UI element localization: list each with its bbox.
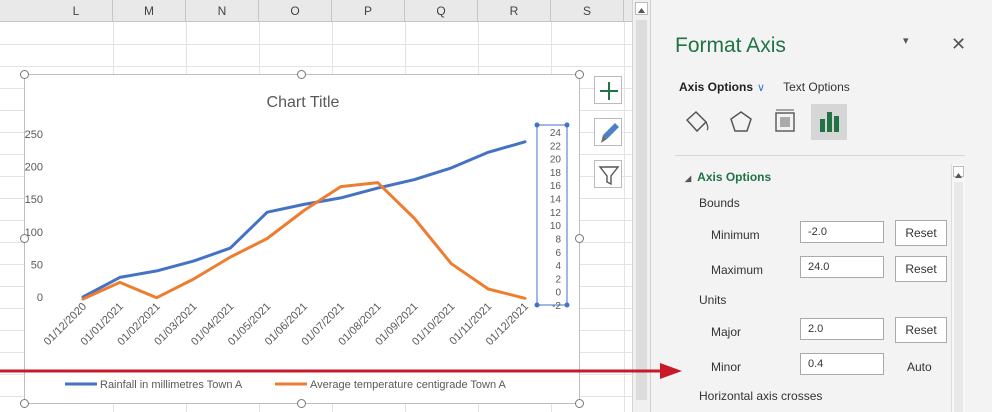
resize-handle[interactable] bbox=[575, 70, 584, 79]
resize-handle[interactable] bbox=[20, 399, 29, 408]
primary-axis-tick-label: 200 bbox=[25, 162, 43, 174]
minimum-reset-button[interactable]: Reset bbox=[895, 220, 947, 246]
size-properties-icon bbox=[775, 109, 795, 132]
temperature-series-line bbox=[81, 181, 527, 301]
maximum-label: Maximum bbox=[711, 263, 764, 277]
column-headers: LMNOPQRS bbox=[0, 0, 632, 22]
column-header-l[interactable]: L bbox=[40, 0, 113, 22]
minor-input[interactable]: 0.4 bbox=[800, 353, 884, 375]
pentagon-icon bbox=[730, 111, 752, 132]
major-reset-button[interactable]: Reset bbox=[895, 317, 947, 343]
resize-handle[interactable] bbox=[20, 70, 29, 79]
triangle-up-icon bbox=[955, 173, 962, 178]
axis-options-button[interactable] bbox=[811, 104, 847, 140]
secondary-axis-tick-label: 22 bbox=[550, 141, 562, 152]
secondary-axis-tick-label: 12 bbox=[550, 208, 562, 219]
minor-label: Minor bbox=[711, 360, 742, 374]
column-header-m[interactable]: M bbox=[113, 0, 186, 22]
bar-chart-icon bbox=[820, 112, 839, 132]
chart-object[interactable]: Chart Title 250 200 150 100 50 0 24 22 20 18 16 14 12… bbox=[24, 74, 580, 404]
column-header-s[interactable]: S bbox=[551, 0, 624, 22]
minimum-label: Minimum bbox=[711, 228, 760, 242]
secondary-axis-tick-label: 16 bbox=[550, 181, 562, 192]
chart-styles-button[interactable] bbox=[594, 118, 622, 146]
selection-handle bbox=[534, 302, 540, 308]
line-chart: Chart Title25020015010050024222018161412… bbox=[25, 94, 570, 391]
secondary-axis-tick-label: 14 bbox=[550, 195, 562, 206]
axis-options-section[interactable]: ◢ Axis Options bbox=[685, 170, 771, 184]
column-header-q[interactable]: Q bbox=[405, 0, 478, 22]
secondary-axis-tick-label: 8 bbox=[555, 234, 561, 245]
secondary-axis-tick-label: 4 bbox=[555, 261, 561, 272]
secondary-axis-tick-label: 6 bbox=[555, 248, 561, 259]
resize-handle[interactable] bbox=[297, 399, 306, 408]
secondary-axis-tick-label: 20 bbox=[550, 155, 562, 166]
column-header-n[interactable]: N bbox=[186, 0, 259, 22]
selection-handle bbox=[534, 122, 540, 128]
pane-scrollbar[interactable] bbox=[951, 164, 965, 412]
pane-scrollbar-thumb[interactable] bbox=[954, 182, 963, 412]
primary-axis-tick-label: 150 bbox=[25, 194, 43, 206]
maximum-reset-button[interactable]: Reset bbox=[895, 256, 947, 282]
column-header-r[interactable]: R bbox=[478, 0, 551, 22]
close-icon[interactable]: ✕ bbox=[951, 34, 966, 55]
secondary-axis-tick-label: 18 bbox=[550, 168, 562, 179]
secondary-axis-tick-label: 24 bbox=[550, 128, 562, 139]
format-axis-pane: Format Axis ▾ ✕ Axis Options ∨ Text Option… bbox=[650, 0, 992, 412]
primary-axis-tick-label: 50 bbox=[31, 259, 43, 271]
major-input[interactable]: 2.0 bbox=[800, 318, 884, 340]
column-header-p[interactable]: P bbox=[332, 0, 405, 22]
resize-handle[interactable] bbox=[575, 234, 584, 243]
pane-title: Format Axis bbox=[675, 34, 786, 57]
scroll-up-button[interactable] bbox=[635, 2, 648, 15]
secondary-axis-tick-label: -2 bbox=[552, 301, 561, 312]
plus-icon bbox=[600, 82, 618, 100]
chart-elements-button[interactable] bbox=[594, 76, 622, 104]
pane-scroll-up-button[interactable] bbox=[953, 166, 964, 178]
primary-axis-tick-label: 0 bbox=[37, 292, 43, 304]
tab-axis-options[interactable]: Axis Options bbox=[679, 80, 753, 94]
rainfall-series-line bbox=[81, 140, 527, 299]
triangle-up-icon bbox=[638, 8, 645, 13]
tab-text-options[interactable]: Text Options bbox=[783, 80, 850, 94]
resize-handle[interactable] bbox=[575, 399, 584, 408]
primary-axis-tick-label: 250 bbox=[25, 129, 43, 141]
worksheet-scrollbar[interactable] bbox=[632, 0, 650, 412]
secondary-axis-tick-label: 0 bbox=[555, 288, 561, 299]
pane-options-dropdown[interactable]: ▾ bbox=[903, 34, 909, 47]
scrollbar-thumb[interactable] bbox=[636, 20, 647, 400]
size-properties-button[interactable] bbox=[767, 104, 803, 140]
pane-tabs: Axis Options ∨ Text Options bbox=[679, 80, 850, 94]
maximum-input[interactable]: 24.0 bbox=[800, 256, 884, 278]
collapse-triangle-icon: ◢ bbox=[685, 174, 692, 183]
selection-handle bbox=[564, 302, 570, 308]
major-label: Major bbox=[711, 325, 742, 339]
selection-handle bbox=[564, 122, 570, 128]
pane-divider bbox=[675, 155, 965, 156]
brush-icon bbox=[601, 123, 619, 143]
chart-title: Chart Title bbox=[267, 94, 340, 111]
effects-button[interactable] bbox=[723, 104, 759, 140]
grid-line bbox=[0, 66, 632, 67]
column-header-o[interactable]: O bbox=[259, 0, 332, 22]
horizontal-axis-crosses-label: Horizontal axis crosses bbox=[699, 389, 823, 403]
secondary-axis-tick-label: 2 bbox=[555, 274, 561, 285]
secondary-axis-tick-label: 10 bbox=[550, 221, 562, 232]
bounds-label: Bounds bbox=[699, 196, 740, 210]
section-label: Axis Options bbox=[697, 170, 772, 184]
resize-handle[interactable] bbox=[297, 70, 306, 79]
spreadsheet-area: LMNOPQRS Chart Title 250 200 150 100 50 0 24 22 2… bbox=[0, 0, 632, 412]
chart-filters-button[interactable] bbox=[594, 160, 622, 188]
fill-line-button[interactable] bbox=[679, 104, 715, 140]
minor-auto-label: Auto bbox=[907, 360, 932, 374]
paint-bucket-icon bbox=[685, 110, 709, 133]
red-annotation-arrow bbox=[0, 363, 682, 379]
grid-line bbox=[0, 44, 632, 45]
filter-icon bbox=[598, 166, 620, 186]
units-label: Units bbox=[699, 293, 727, 307]
minimum-input[interactable]: -2.0 bbox=[800, 221, 884, 243]
resize-handle[interactable] bbox=[20, 234, 29, 243]
grid-line bbox=[624, 22, 625, 412]
chevron-down-icon[interactable]: ∨ bbox=[757, 82, 765, 94]
